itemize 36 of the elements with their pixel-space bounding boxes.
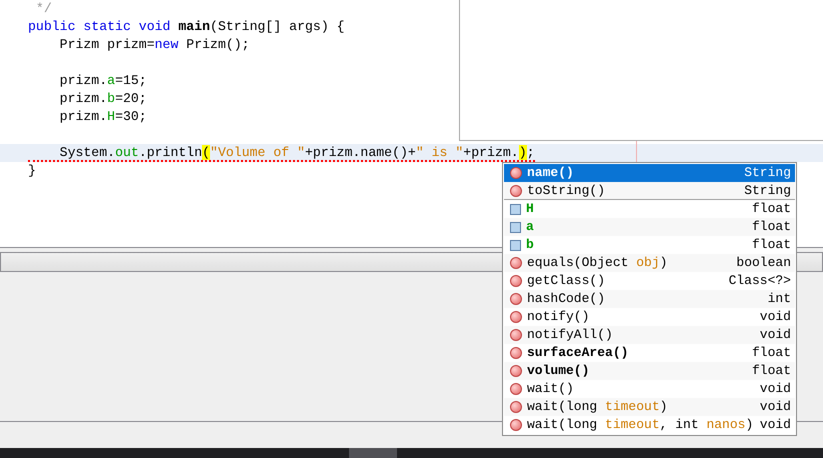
code-line: */ xyxy=(34,0,52,18)
item-type: float xyxy=(752,362,791,380)
item-type: String xyxy=(744,164,791,182)
item-type: Class<?> xyxy=(728,272,791,290)
item-label: surfaceArea() xyxy=(527,344,628,362)
item-type: void xyxy=(760,398,791,416)
item-type: String xyxy=(744,182,791,200)
item-type: boolean xyxy=(736,254,791,272)
code-line: prizm.a=15; xyxy=(58,72,147,90)
item-type: void xyxy=(760,308,791,326)
item-label: a xyxy=(526,218,534,236)
item-label: name() xyxy=(527,164,574,182)
item-type: void xyxy=(760,416,791,434)
item-label: wait() xyxy=(527,380,574,398)
item-label: volume() xyxy=(527,362,590,380)
item-type: void xyxy=(760,380,791,398)
item-label: getClass() xyxy=(527,272,606,290)
item-type: void xyxy=(760,326,791,344)
item-label: H xyxy=(526,200,534,218)
code-line: } xyxy=(28,162,36,180)
item-label: hashCode() xyxy=(527,290,606,308)
code-line: Prizm prizm=new Prizm(); xyxy=(58,36,250,54)
item-type: float xyxy=(752,344,791,362)
item-label: equals(Object obj) xyxy=(527,254,668,272)
item-type: int xyxy=(768,290,791,308)
item-label: wait(long timeout) xyxy=(527,398,668,416)
item-type: float xyxy=(752,200,791,218)
item-label: wait(long timeout, int nanos) xyxy=(527,416,754,434)
code-line: System.out.println("Volume of "+prizm.name()+" is "+prizm.); xyxy=(28,144,535,162)
code-line: public static void main(String[] args) { xyxy=(28,18,345,36)
item-label: toString() xyxy=(527,182,606,200)
code-line: prizm.H=30; xyxy=(58,108,147,126)
item-type: float xyxy=(752,218,791,236)
item-label: notifyAll() xyxy=(527,326,613,344)
item-label: notify() xyxy=(527,308,590,326)
code-line: prizm.b=20; xyxy=(58,90,147,108)
